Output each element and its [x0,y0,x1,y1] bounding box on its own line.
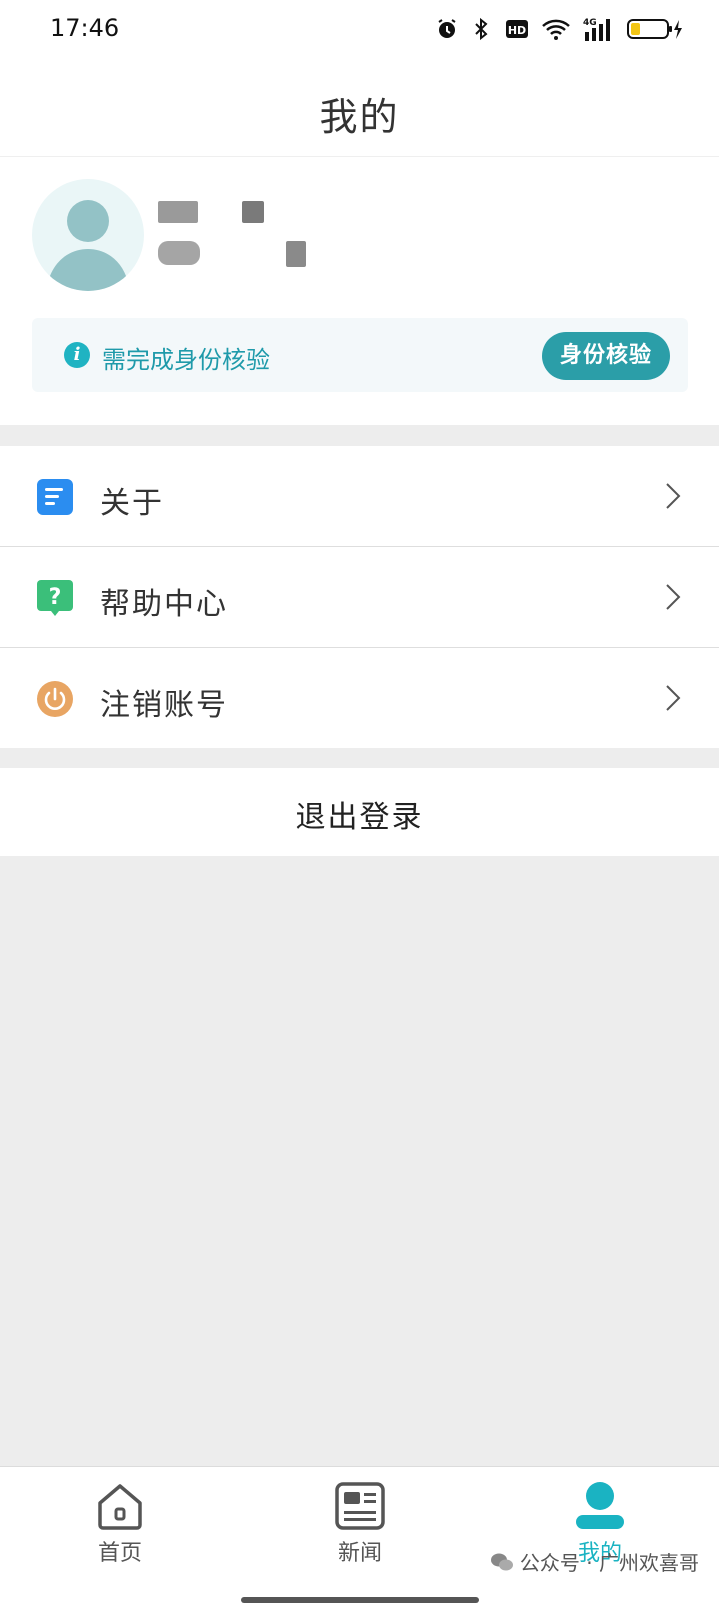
menu-item-help-center[interactable]: ? 帮助中心 [0,547,719,648]
avatar-person-icon [46,200,130,291]
status-bar: 17:46 HD 4G [0,0,719,62]
chevron-right-icon [665,583,681,611]
chevron-right-icon [665,482,681,510]
battery-icon [627,17,683,41]
news-icon [335,1482,385,1530]
menu-list: 关于 ? 帮助中心 注销账号 [0,446,719,748]
help-icon: ? [36,579,74,617]
power-icon [36,680,74,718]
home-indicator[interactable] [241,1597,479,1603]
svg-text:4G: 4G [583,18,597,28]
watermark-text: 公众号 · 广州欢喜哥 [519,1551,699,1575]
hd-icon: HD [505,19,529,39]
logout-button[interactable]: 退出登录 [0,768,719,856]
menu-item-deactivate-account[interactable]: 注销账号 [0,648,719,748]
verify-notice: 需完成身份核验 [102,346,270,374]
person-icon [576,1482,624,1529]
menu-item-about[interactable]: 关于 [0,446,719,547]
svg-text:?: ? [49,585,62,610]
tab-home[interactable]: 首页 [60,1481,180,1581]
profile-card: i 需完成身份核验 身份核验 [0,157,719,425]
menu-item-label: 关于 [100,486,164,521]
verify-identity-button[interactable]: 身份核验 [542,332,670,380]
document-icon [36,478,74,516]
verify-banner: i 需完成身份核验 身份核验 [32,318,688,392]
signal-icon: 4G [583,16,615,42]
menu-item-label: 帮助中心 [100,587,228,622]
tab-label: 新闻 [337,1541,382,1566]
page-title: 我的 [319,95,400,139]
bluetooth-icon [471,17,493,41]
bottom-tab-bar: 首页 新闻 我的 公众号 · 广州欢喜哥 [0,1466,719,1612]
status-icons: HD 4G [435,16,683,42]
home-icon [98,1484,142,1530]
title-bar: 我的 [0,62,719,157]
logout-label: 退出登录 [295,800,424,835]
tab-news[interactable]: 新闻 [300,1481,420,1581]
svg-text:HD: HD [508,24,526,37]
user-name-redacted [158,201,318,273]
menu-item-label: 注销账号 [100,688,228,723]
chevron-right-icon [665,684,681,712]
alarm-icon [435,17,459,41]
status-time: 17:46 [50,14,120,42]
wechat-icon [490,1553,513,1570]
wifi-icon [541,17,571,41]
tab-label: 首页 [97,1541,142,1566]
info-icon: i [64,342,90,368]
avatar[interactable] [32,179,144,291]
watermark: 公众号 · 广州欢喜哥 [490,1547,699,1576]
